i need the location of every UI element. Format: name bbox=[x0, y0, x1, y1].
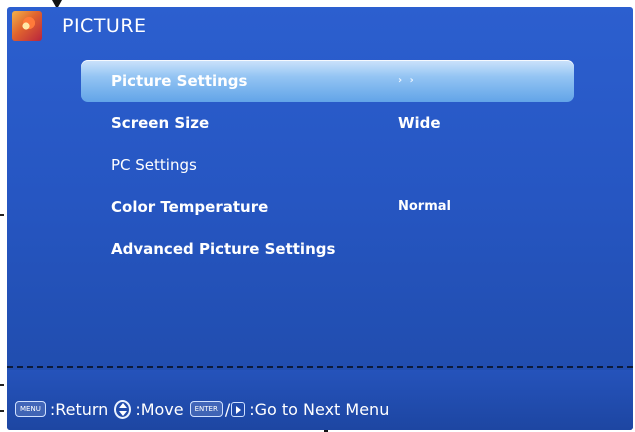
menu-item-label: Screen Size bbox=[111, 114, 210, 132]
help-bar: MENU :Return :Move ENTER / :Go to Next M… bbox=[7, 370, 633, 430]
menu-key-icon: MENU bbox=[15, 401, 46, 417]
enter-key-icon: ENTER bbox=[189, 401, 223, 417]
page-title: PICTURE bbox=[62, 15, 147, 37]
menu-item-label: Picture Settings bbox=[111, 72, 248, 90]
help-divider bbox=[7, 366, 633, 368]
menu-item-advanced-picture-settings[interactable]: Advanced Picture Settings bbox=[81, 228, 574, 270]
return-hint: :Return bbox=[49, 399, 109, 419]
tv-menu-screen: PICTURE Picture Settings › › Screen Size… bbox=[7, 7, 633, 430]
next-menu-hint: :Go to Next Menu bbox=[249, 399, 390, 419]
menu-item-label: PC Settings bbox=[111, 156, 197, 174]
slash-separator: / bbox=[224, 399, 231, 419]
menu-list: Picture Settings › › Screen Size Wide PC… bbox=[81, 60, 574, 270]
left-edge-mark bbox=[0, 384, 4, 386]
move-hint: :Move bbox=[135, 399, 184, 419]
menu-item-label: Advanced Picture Settings bbox=[111, 240, 336, 258]
left-edge-mark bbox=[0, 410, 4, 412]
left-edge-mark bbox=[0, 214, 4, 216]
picture-category-icon bbox=[12, 11, 42, 41]
right-arrow-key-icon bbox=[231, 401, 246, 417]
menu-item-pc-settings[interactable]: PC Settings bbox=[81, 144, 574, 186]
menu-item-picture-settings[interactable]: Picture Settings › › bbox=[81, 60, 574, 102]
help-line: MENU :Return :Move ENTER / :Go to Next M… bbox=[15, 398, 389, 420]
submenu-arrow-icon: › › bbox=[398, 75, 416, 86]
menu-item-screen-size[interactable]: Screen Size Wide bbox=[81, 102, 574, 144]
menu-item-value: Normal bbox=[398, 199, 451, 214]
menu-item-label: Color Temperature bbox=[111, 198, 269, 216]
menu-item-value: Wide bbox=[398, 114, 441, 132]
move-arrows-icon bbox=[114, 399, 132, 419]
menu-item-color-temperature[interactable]: Color Temperature Normal bbox=[81, 186, 574, 228]
